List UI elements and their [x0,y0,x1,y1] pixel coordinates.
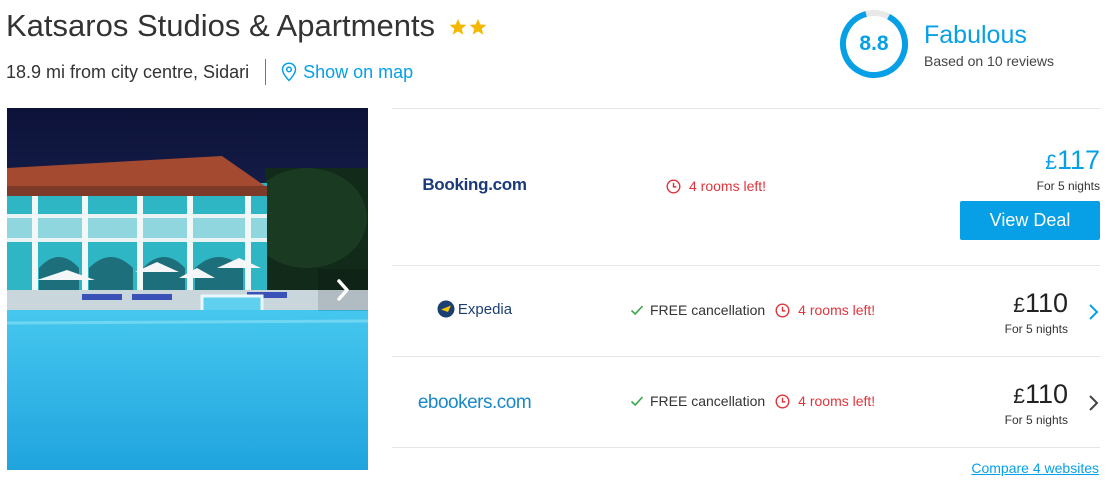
clock-icon [775,394,790,408]
rooms-left: 4 rooms left! [775,302,875,318]
price-value: £110 [1005,288,1068,321]
star-icon [449,18,467,35]
hotel-title: Katsaros Studios & Apartments [6,8,489,44]
free-cancellation: FREE cancellation [630,302,765,318]
ebookers-logo: ebookers.com [392,392,557,414]
currency-symbol: £ [1013,294,1025,317]
free-cancellation-text: FREE cancellation [650,302,766,318]
price-amount: 110 [1024,288,1068,318]
chevron-right-icon[interactable] [1086,302,1100,322]
rooms-left-text: 4 rooms left! [798,302,876,318]
chevron-right-icon [337,279,349,301]
rooms-left: 4 rooms left! [775,393,875,409]
deals-list: Booking.com 4 rooms left! £117 For 5 nig… [392,108,1100,448]
show-on-map-label: Show on map [303,61,414,82]
expedia-logo: Expedia [392,300,557,318]
price-nights: For 5 nights [1004,413,1068,427]
divider [265,59,267,85]
hotel-pool-image [7,108,368,470]
price-value: £110 [1005,379,1068,412]
rooms-left-text: 4 rooms left! [689,178,767,194]
next-photo-button[interactable] [318,269,368,311]
rating-text: Fabulous Based on 10 reviews [924,19,1054,69]
rating-label: Fabulous [924,21,1027,49]
view-deal-button[interactable]: View Deal [960,201,1100,240]
star-icon [469,18,487,35]
deal-availability: FREE cancellation 4 rooms left! [630,302,875,318]
booking-logo: Booking.com [392,175,557,195]
deal-row-ebookers[interactable]: ebookers.com FREE cancellation 4 rooms l… [392,356,1100,447]
provider-name: ebookers.com [417,392,532,413]
deal-price: £110 For 5 nights [1005,288,1068,336]
price-value: £117 [1037,145,1100,178]
deal-price: £110 For 5 nights [1005,379,1068,427]
hotel-photo[interactable] [7,108,368,470]
hotel-name: Katsaros Studios & Apartments [6,8,436,43]
map-pin-icon [281,62,297,82]
rooms-left-text: 4 rooms left! [798,393,876,409]
distance-text: 18.9 mi from city centre, Sidari [6,61,250,82]
free-cancellation-text: FREE cancellation [650,393,766,409]
score-value: 8.8 [859,32,889,55]
deal-row-booking[interactable]: Booking.com 4 rooms left! £117 For 5 nig… [392,108,1100,265]
provider-name: Expedia [457,300,513,318]
currency-symbol: £ [1045,151,1057,174]
show-on-map-link[interactable]: Show on map [281,62,413,83]
price-amount: 110 [1024,379,1068,409]
clock-icon [666,179,681,193]
deal-availability: FREE cancellation 4 rooms left! [630,393,875,409]
check-icon [630,305,644,316]
star-rating [449,18,489,36]
price-amount: 117 [1056,145,1100,175]
deals-divider [392,447,1100,448]
price-nights: For 5 nights [1036,179,1100,193]
score-ring: 8.8 [838,8,910,80]
currency-symbol: £ [1013,385,1025,408]
deal-row-expedia[interactable]: Expedia FREE cancellation 4 rooms left! … [392,265,1100,356]
free-cancellation: FREE cancellation [630,393,765,409]
deal-availability: 4 rooms left! [666,178,766,194]
location-line: 18.9 mi from city centre, Sidari Show on… [6,59,413,85]
clock-icon [775,303,790,317]
check-icon [630,396,644,407]
expedia-plane-icon [437,300,455,318]
deal-price: £117 For 5 nights [1037,145,1100,193]
review-rating[interactable]: 8.8 Fabulous Based on 10 reviews [838,8,1054,80]
provider-name: Booking.com [422,175,527,194]
rooms-left: 4 rooms left! [666,178,766,194]
review-count: Based on 10 reviews [924,53,1054,69]
chevron-right-icon[interactable] [1086,393,1100,413]
compare-websites-link[interactable]: Compare 4 websites [971,460,1099,476]
price-nights: For 5 nights [1004,322,1068,336]
